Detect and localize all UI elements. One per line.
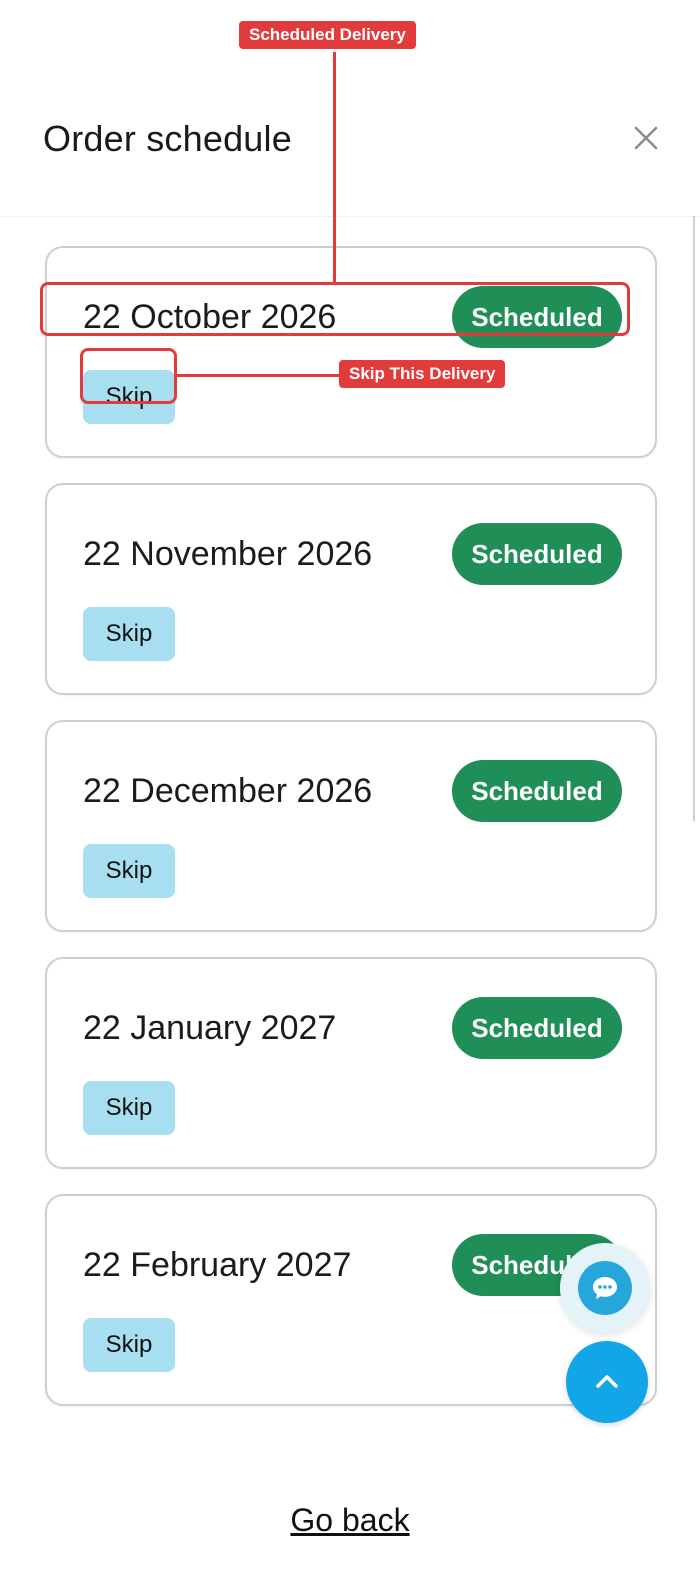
delivery-date: 22 January 2027	[83, 1009, 337, 1047]
annotation-connector	[333, 52, 336, 284]
scroll-top-button[interactable]	[566, 1341, 648, 1423]
annotation-label-scheduled: Scheduled Delivery	[239, 21, 416, 49]
annotation-connector	[176, 374, 339, 377]
delivery-card: 22 November 2026 Scheduled Skip	[45, 483, 657, 695]
status-badge: Scheduled	[452, 760, 622, 822]
chat-bubble-icon	[578, 1261, 632, 1315]
skip-button[interactable]: Skip	[83, 844, 175, 898]
modal-footer: Go back	[0, 1428, 700, 1576]
chat-button[interactable]	[560, 1243, 650, 1333]
chevron-up-icon	[596, 1375, 618, 1388]
page-title: Order schedule	[43, 118, 292, 159]
status-badge: Scheduled	[452, 286, 622, 348]
go-back-link[interactable]: Go back	[0, 1502, 700, 1539]
skip-button[interactable]: Skip	[83, 370, 175, 424]
status-badge: Scheduled	[452, 997, 622, 1059]
delivery-date: 22 December 2026	[83, 772, 373, 810]
scrollbar[interactable]	[693, 216, 695, 821]
delivery-date: 22 February 2027	[83, 1246, 352, 1284]
skip-button[interactable]: Skip	[83, 1318, 175, 1372]
close-icon[interactable]	[628, 120, 664, 156]
delivery-card: 22 December 2026 Scheduled Skip	[45, 720, 657, 932]
delivery-card: 22 January 2027 Scheduled Skip	[45, 957, 657, 1169]
delivery-date: 22 November 2026	[83, 535, 373, 573]
status-badge: Scheduled	[452, 523, 622, 585]
delivery-card: 22 October 2026 Scheduled Skip	[45, 246, 657, 458]
delivery-date: 22 October 2026	[83, 298, 337, 336]
annotation-label-skip: Skip This Delivery	[339, 360, 506, 388]
skip-button[interactable]: Skip	[83, 607, 175, 661]
skip-button[interactable]: Skip	[83, 1081, 175, 1135]
